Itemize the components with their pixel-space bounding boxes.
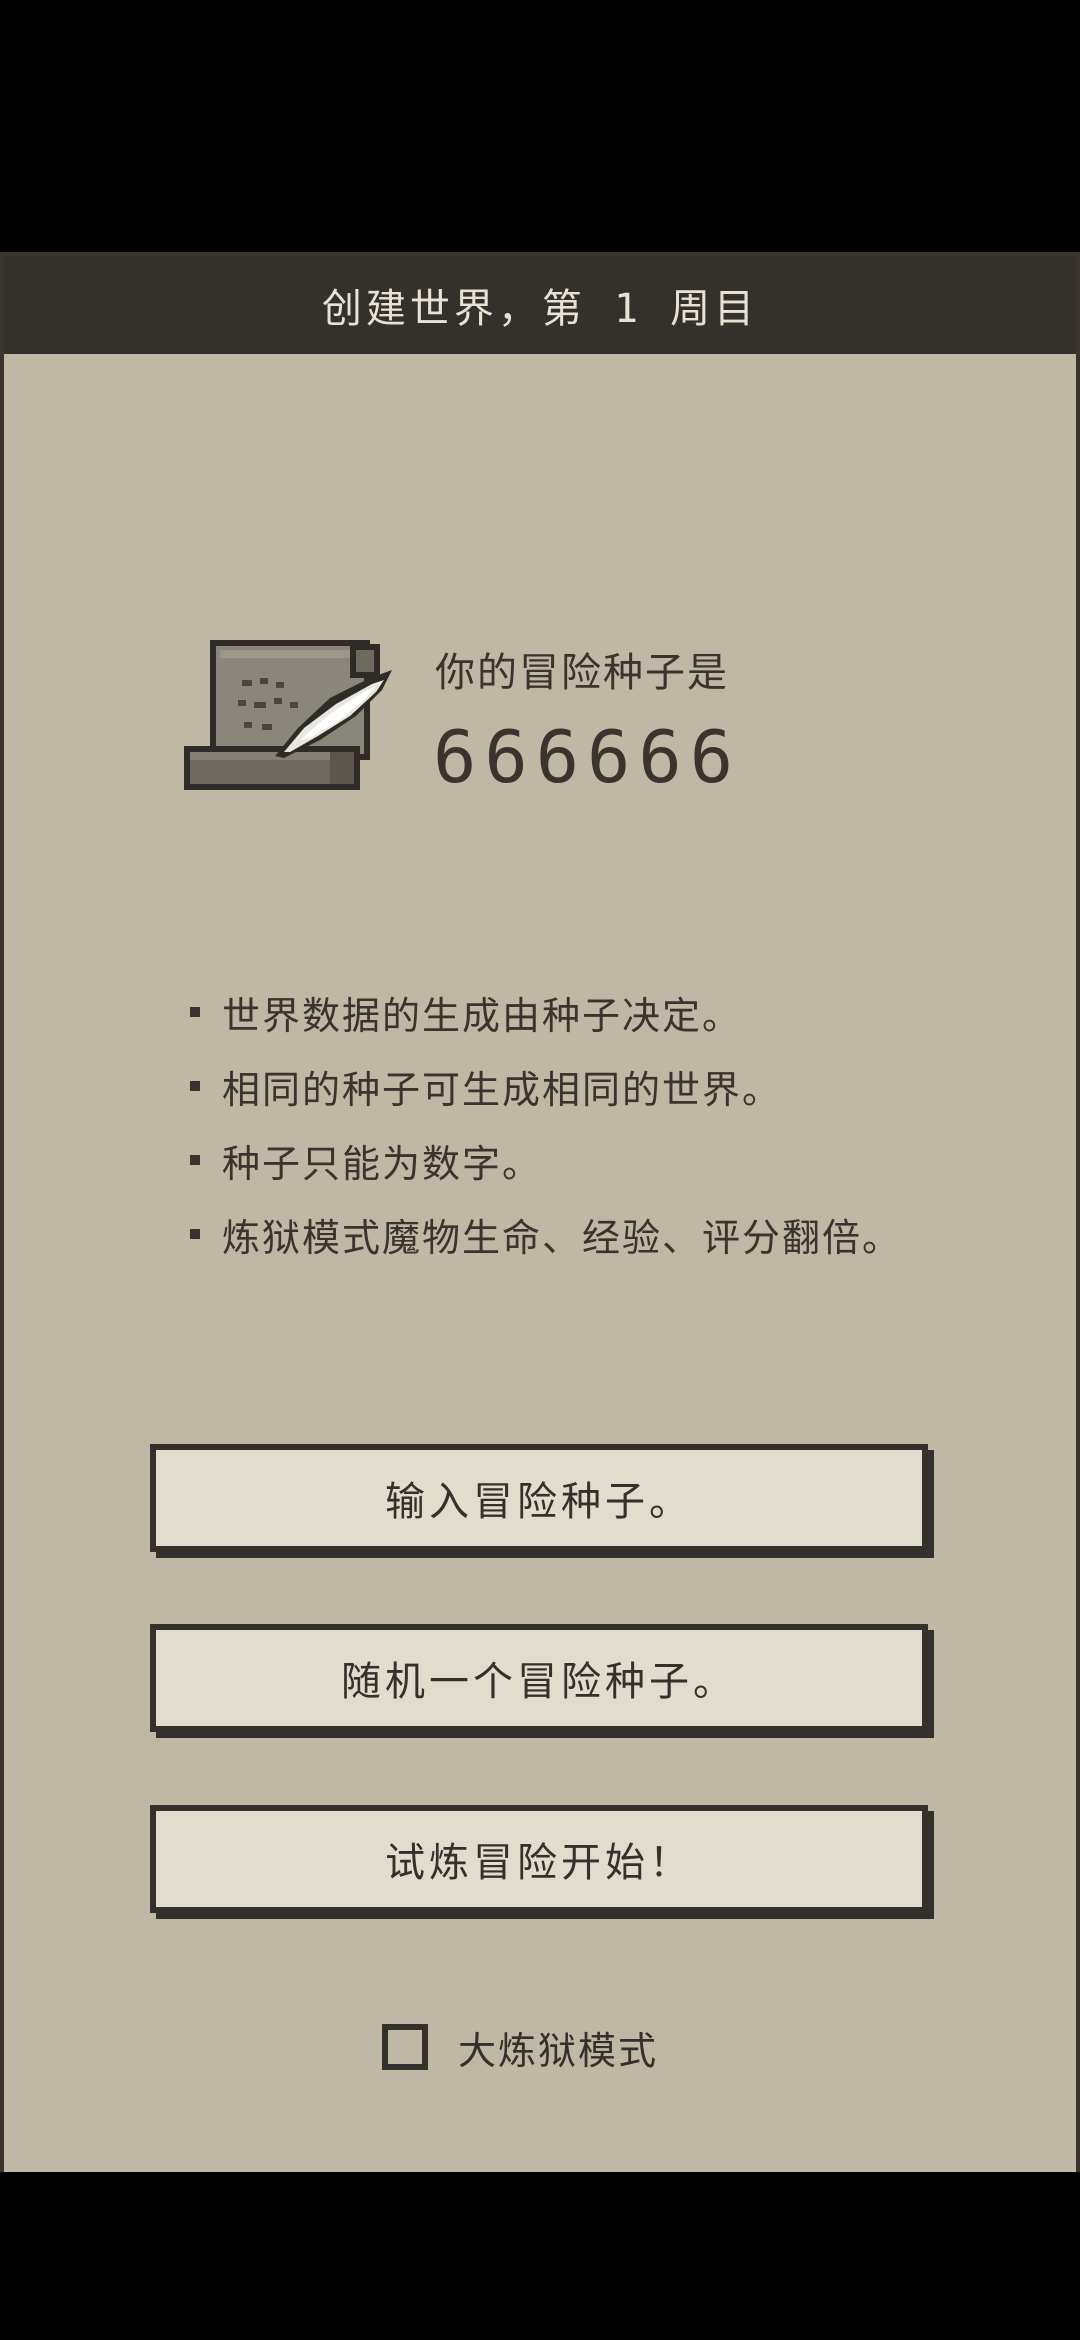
game-screen: 创建世界，第 1 周目 你的冒险种子是 666666 世界数据的生成由种子决定。…	[0, 0, 1080, 2340]
bullet-icon	[190, 1229, 200, 1239]
rule-text: 相同的种子可生成相同的世界。	[222, 1067, 783, 1112]
scroll-quill-icon	[184, 640, 392, 790]
bullet-icon	[190, 1007, 200, 1017]
seed-label: 你的冒险种子是	[435, 650, 729, 696]
random-seed-button[interactable]: 随机一个冒险种子。	[150, 1624, 928, 1732]
list-item: 种子只能为数字。	[190, 1123, 1010, 1197]
start-adventure-label: 试炼冒险开始！	[385, 1840, 693, 1886]
hardcore-checkbox[interactable]	[382, 2024, 428, 2070]
rules-list: 世界数据的生成由种子决定。 相同的种子可生成相同的世界。 种子只能为数字。 炼狱…	[190, 975, 1010, 1271]
title-bar: 创建世界，第 1 周目	[4, 256, 1076, 354]
page-title: 创建世界，第 1 周目	[321, 286, 759, 332]
rule-text: 种子只能为数字。	[222, 1141, 543, 1186]
seed-block: 你的冒险种子是 666666	[180, 620, 900, 800]
seed-value: 666666	[433, 715, 742, 799]
list-item: 相同的种子可生成相同的世界。	[190, 1049, 1010, 1123]
bullet-icon	[190, 1155, 200, 1165]
hardcore-label: 大炼狱模式	[458, 2028, 659, 2073]
rule-text: 世界数据的生成由种子决定。	[222, 993, 743, 1038]
enter-seed-button[interactable]: 输入冒险种子。	[150, 1444, 928, 1552]
list-item: 世界数据的生成由种子决定。	[190, 975, 1010, 1049]
rule-text: 炼狱模式魔物生命、经验、评分翻倍。	[222, 1215, 903, 1260]
start-adventure-button[interactable]: 试炼冒险开始！	[150, 1805, 928, 1913]
hardcore-mode-toggle[interactable]: 大炼狱模式	[382, 2020, 658, 2074]
enter-seed-label: 输入冒险种子。	[385, 1479, 693, 1525]
bullet-icon	[190, 1081, 200, 1091]
list-item: 炼狱模式魔物生命、经验、评分翻倍。	[190, 1197, 1010, 1271]
random-seed-label: 随机一个冒险种子。	[341, 1659, 737, 1705]
